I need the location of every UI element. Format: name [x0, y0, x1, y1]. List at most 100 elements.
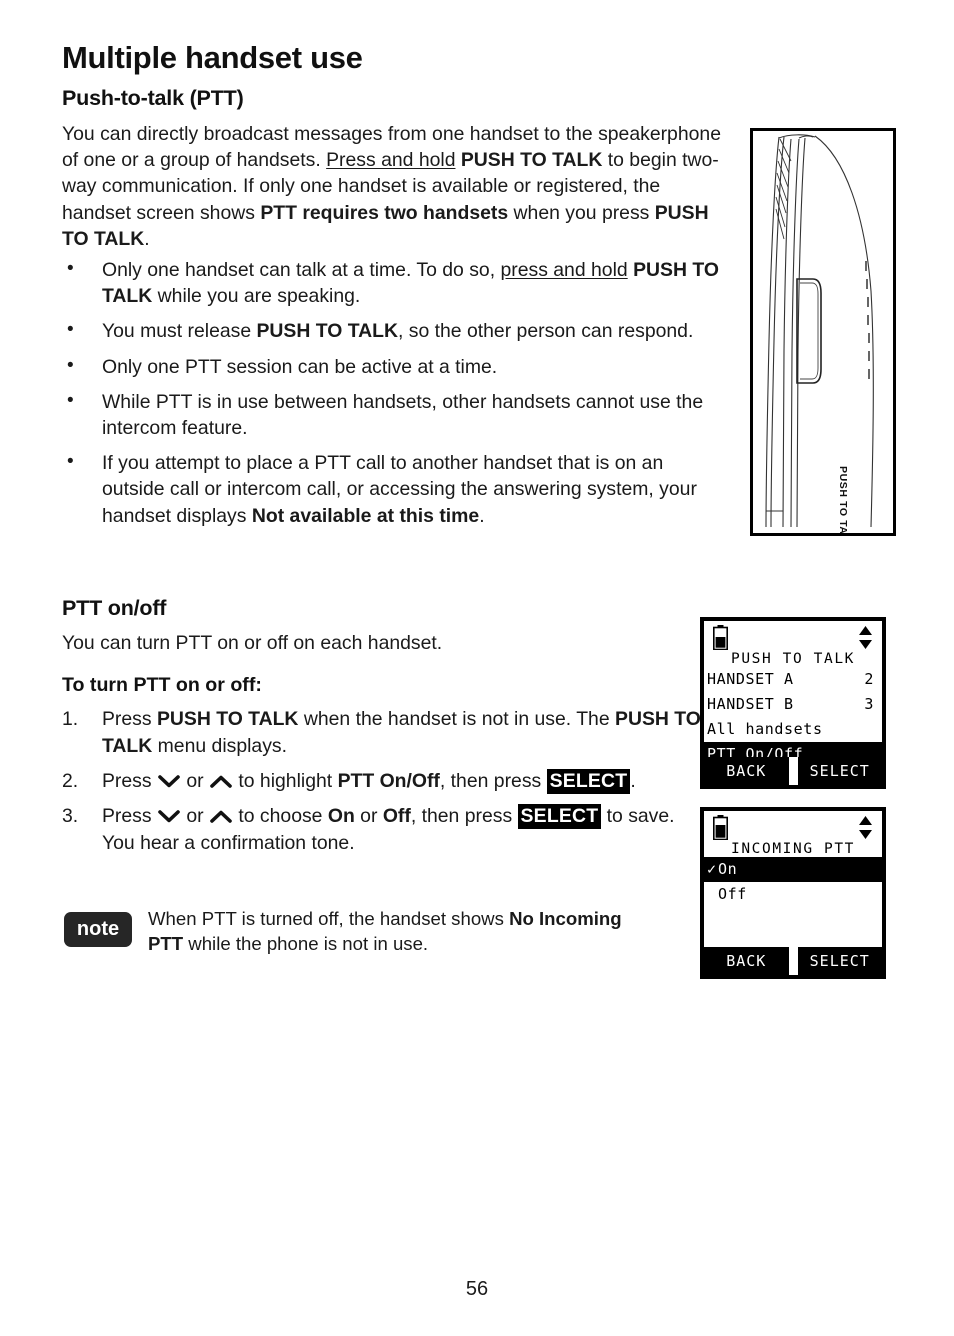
lcd-softkey-bar: BACK SELECT	[704, 757, 882, 785]
bullet-icon: •	[67, 319, 74, 341]
list-item: • Only one handset can talk at a time. To…	[62, 257, 727, 309]
step-3-number: 3.	[62, 805, 79, 827]
lcd-incoming-row-off[interactable]: Off	[704, 882, 882, 907]
lcd-row-value: 3	[864, 695, 874, 713]
bullet-icon: •	[67, 389, 74, 411]
bullet-icon: •	[67, 451, 74, 473]
step-1-number: 1.	[62, 708, 79, 730]
intro-text-4: when you press	[508, 201, 655, 224]
step-2-number: 2.	[62, 770, 79, 792]
bullet-1-text-3: while you are speaking.	[152, 285, 361, 308]
page-title: Multiple handset use	[62, 40, 363, 75]
lcd-row-label: HANDSET A	[707, 670, 794, 688]
intro-bold-ptt-requires: PTT requires two handsets	[260, 201, 509, 224]
select-key-label: SELECT	[546, 769, 631, 794]
battery-icon	[713, 815, 728, 840]
checkmark-icon: ✓	[707, 860, 717, 878]
bullet-2-text-1: You must release	[102, 320, 257, 343]
ptt-on-off-description: You can turn PTT on or off on each hands…	[62, 632, 443, 654]
bullet-icon: •	[67, 354, 74, 376]
intro-bold-push-to-talk-1: PUSH TO TALK	[460, 149, 603, 172]
select-key-label: SELECT	[517, 804, 602, 829]
lcd-menu-row-handset-a[interactable]: HANDSET A 2	[704, 667, 882, 692]
steps-heading: To turn PTT on or off:	[62, 674, 262, 696]
section-heading-ptt-on-off: PTT on/off	[62, 596, 167, 620]
page-number: 56	[465, 1278, 489, 1300]
chevron-down-icon	[158, 775, 180, 788]
step-1-text-2: when the handset is not in use. The	[298, 708, 616, 730]
push-to-talk-button-label: PUSH TO TALK	[837, 466, 849, 536]
section-heading-push-to-talk: Push-to-talk (PTT)	[62, 86, 244, 110]
step-3-text-5: , then press	[410, 805, 518, 827]
list-item: 1. Press PUSH TO TALK when the handset is…	[62, 706, 702, 760]
note-text: When PTT is turned off, the handset show…	[148, 906, 623, 956]
note-block: note When PTT is turned off, the handset…	[64, 906, 623, 956]
lcd-row-label: HANDSET B	[707, 695, 794, 713]
chevron-up-icon	[210, 775, 232, 788]
softkey-select[interactable]: SELECT	[798, 757, 883, 785]
scroll-up-down-icon	[859, 816, 872, 839]
intro-text-5: .	[144, 227, 150, 250]
softkey-back[interactable]: BACK	[704, 757, 789, 785]
lcd-screen-push-to-talk-menu: PUSH TO TALK HANDSET A2 HANDSET B3 All h…	[700, 617, 886, 789]
lcd-status-bar	[704, 811, 882, 844]
bullet-2-bold: PUSH TO TALK	[256, 320, 398, 343]
step-2-text-5: .	[630, 770, 636, 792]
step-3-bold-on: On	[327, 805, 355, 827]
bullet-1-underline: press and hold	[500, 259, 628, 281]
chevron-up-icon	[210, 810, 232, 823]
bullet-4-text-1: While PTT is in use between handsets, ot…	[102, 390, 704, 440]
step-3-bold-off: Off	[382, 805, 411, 827]
lcd-row-label: Off	[718, 885, 747, 903]
step-2-bold-ptt-on-off: PTT On/Off	[337, 770, 440, 792]
list-item: • You must release PUSH TO TALK, so the o…	[62, 318, 727, 344]
intro-paragraph: You can directly broadcast messages from…	[62, 121, 722, 252]
lcd-status-bar	[704, 621, 882, 654]
step-2-text-3: to highlight	[232, 770, 338, 792]
note-text-2: while the phone is not in use.	[183, 933, 429, 954]
list-item: • If you attempt to place a PTT call to a…	[62, 450, 727, 529]
list-item: 3. Press or to choose On or Off, then pre…	[62, 803, 702, 857]
chevron-down-icon	[158, 810, 180, 823]
note-badge: note	[64, 912, 132, 947]
softkey-divider	[788, 947, 798, 975]
step-2-text-4: , then press	[439, 770, 547, 792]
battery-icon	[713, 625, 728, 650]
handset-side-view-drawing	[765, 134, 874, 527]
step-2-text-1: Press	[102, 770, 157, 792]
step-1-text-1: Press	[102, 708, 157, 730]
handset-illustration: PUSH TO TALK	[750, 128, 896, 536]
lcd-incoming-row-on[interactable]: ✓On	[704, 857, 882, 882]
ptt-on-off-steps: 1. Press PUSH TO TALK when the handset is…	[62, 706, 702, 865]
note-text-1: When PTT is turned off, the handset show…	[148, 908, 510, 929]
step-3-text-2: or	[180, 805, 209, 827]
intro-underline-press-and-hold: Press and hold	[326, 149, 456, 172]
step-1-bold-1: PUSH TO TALK	[156, 708, 299, 730]
bullet-3-text-1: Only one PTT session can be active at a …	[102, 355, 498, 378]
list-item: • While PTT is in use between handsets, o…	[62, 389, 727, 441]
bullet-2-text-2: , so the other person can respond.	[397, 320, 694, 343]
list-item: 2. Press or to highlight PTT On/Off, then…	[62, 768, 702, 795]
lcd-softkey-bar: BACK SELECT	[704, 947, 882, 975]
lcd-screen-incoming-ptt: INCOMING PTT ✓On Off BACK SELECT	[700, 807, 886, 979]
softkey-back[interactable]: BACK	[704, 947, 789, 975]
bullet-1-text-1: Only one handset can talk at a time. To …	[102, 259, 501, 281]
bullet-5-text-2: .	[479, 504, 485, 527]
bullet-5-bold: Not available at this time	[251, 504, 480, 527]
softkey-select[interactable]: SELECT	[798, 947, 883, 975]
lcd-row-label: On	[718, 860, 738, 878]
step-3-text-4: or	[354, 805, 383, 827]
lcd-menu-row-handset-b[interactable]: HANDSET B 3	[704, 692, 882, 717]
step-2-text-2: or	[180, 770, 209, 792]
lcd-row-value: 2	[864, 670, 874, 688]
step-3-text-3: to choose	[232, 805, 328, 827]
manual-page: Multiple handset use Push-to-talk (PTT) …	[0, 0, 954, 1336]
softkey-divider	[788, 757, 798, 785]
step-3-text-1: Press	[102, 805, 157, 827]
lcd-menu-row-all-handsets[interactable]: All handsets	[704, 717, 882, 742]
list-item: • Only one PTT session can be active at a…	[62, 354, 727, 380]
scroll-up-down-icon	[859, 626, 872, 649]
bullet-icon: •	[67, 258, 74, 279]
ptt-bullet-list: • Only one handset can talk at a time. To…	[62, 257, 727, 538]
step-1-text-3: menu displays.	[152, 735, 287, 757]
